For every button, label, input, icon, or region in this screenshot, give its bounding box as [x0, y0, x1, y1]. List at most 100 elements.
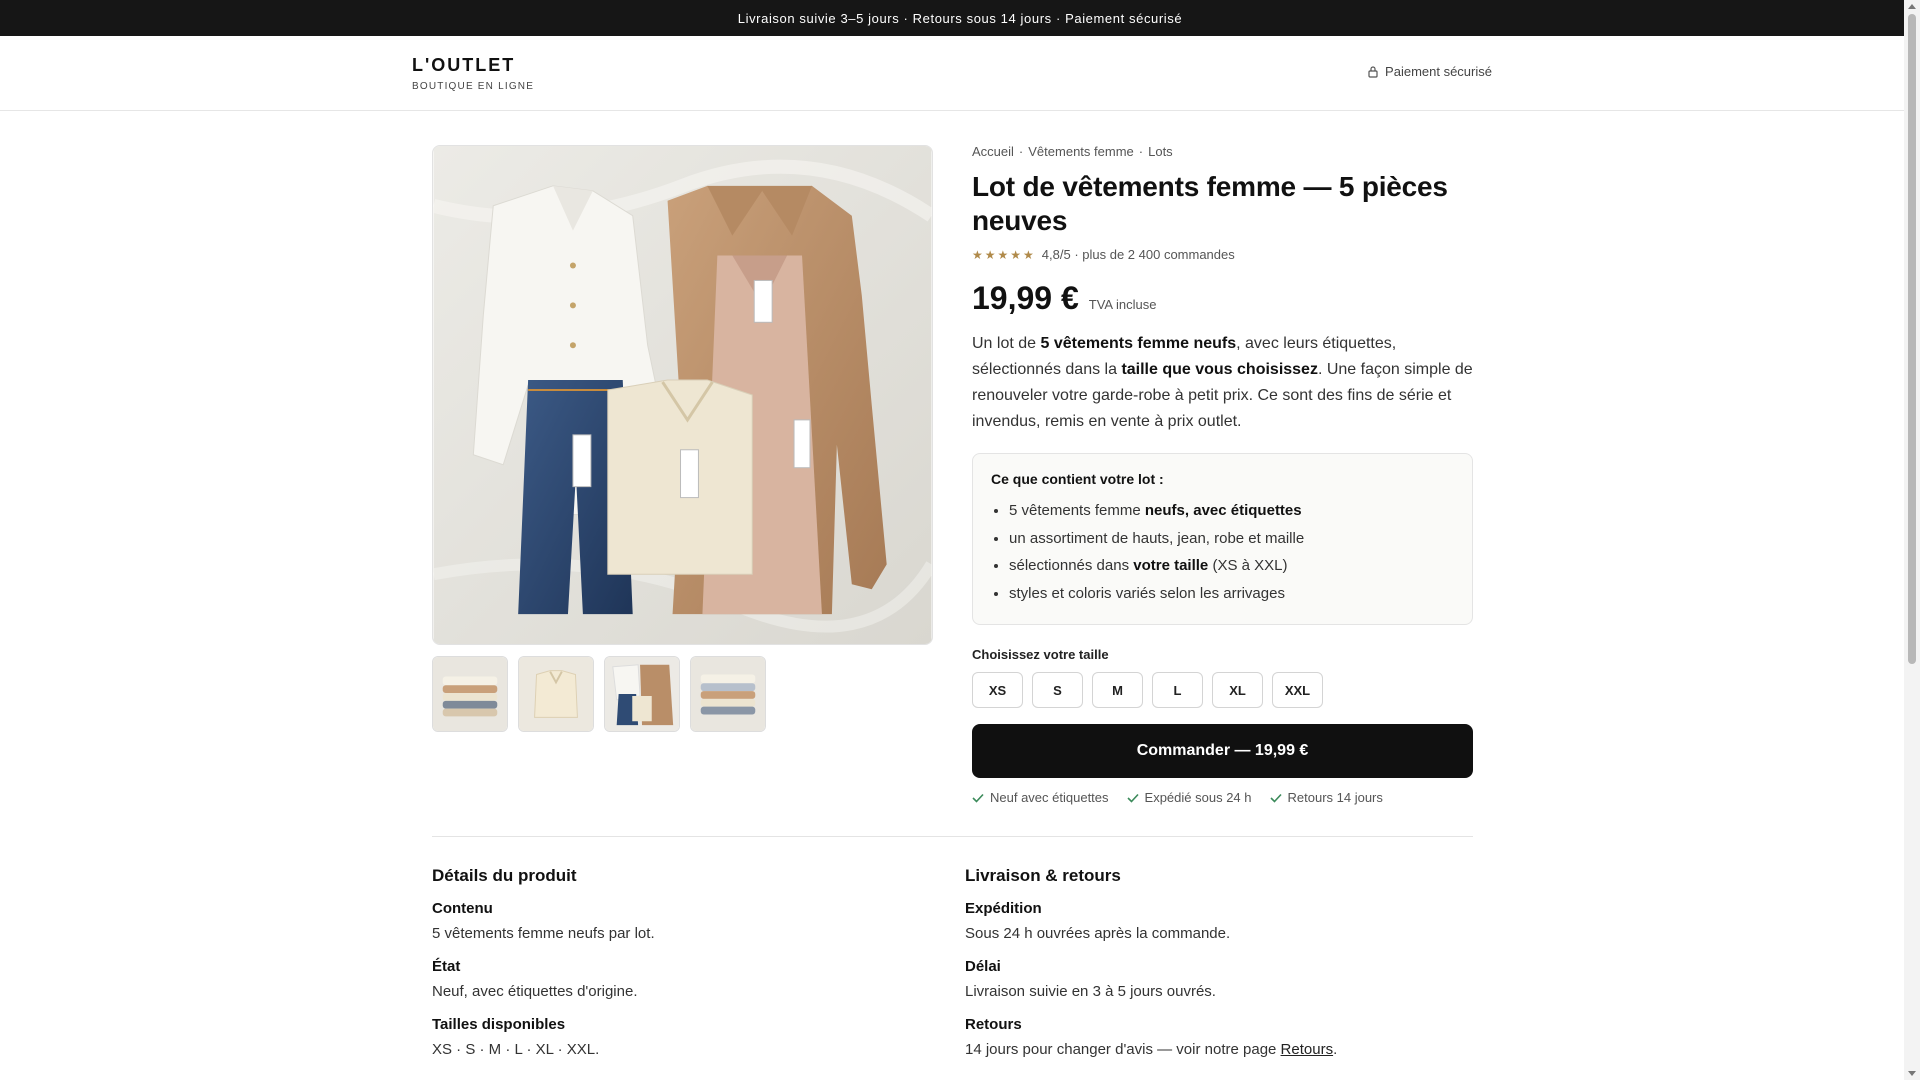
list-item: un assortiment de hauts, jean, robe et m… — [1009, 525, 1454, 553]
product-rating: ★★★★★ 4,8/5 · plus de 2 400 commandes — [972, 247, 1473, 262]
item-text: 5 vêtements femme — [1009, 502, 1145, 519]
detail-value: Sous 24 h ouvrées après la commande. — [965, 925, 1231, 942]
detail-value: XS · S · M · L · XL · XXL. — [432, 1041, 600, 1058]
breadcrumb-separator: · — [1018, 144, 1024, 159]
product-price: 19,99 € — [972, 280, 1079, 316]
product-gallery — [432, 145, 933, 732]
detail-value: 14 jours pour changer d'avis — voir notr… — [965, 1041, 1445, 1058]
thumbnail-strip — [432, 656, 933, 732]
detail-contents: Contenu 5 vêtements femme neufs par lot. — [432, 900, 912, 942]
brand-logo[interactable]: L'OUTLET BOUTIQUE EN LIGNE — [412, 55, 534, 92]
detail-label: État — [432, 958, 461, 975]
check-icon — [972, 793, 984, 803]
desc-text: Un lot de — [972, 335, 1041, 352]
returns-tail: . — [1333, 1041, 1338, 1058]
assurance-shipping: Expédié sous 24 h — [1126, 790, 1252, 805]
detail-label: Expédition — [965, 900, 1042, 917]
assurance-text: Neuf avec étiquettes — [990, 790, 1109, 805]
size-option-s[interactable]: S — [1032, 672, 1083, 708]
scroll-up-arrow-icon[interactable] — [1908, 4, 1916, 9]
size-option-xs[interactable]: XS — [972, 672, 1023, 708]
shipping-returns-section: Livraison & retours Expédition Sous 24 h… — [965, 866, 1445, 1058]
product-description: Un lot de 5 vêtements femme neufs, avec … — [972, 331, 1473, 435]
detail-value: Livraison suivie en 3 à 5 jours ouvrés. — [965, 983, 1216, 1000]
lot-contents-list: 5 vêtements femme neufs, avec étiquettes… — [991, 497, 1454, 607]
clothing-flatlay-image — [433, 146, 932, 644]
scroll-down-arrow-icon[interactable] — [1908, 1071, 1916, 1076]
check-icon — [1269, 793, 1282, 803]
detail-label: Délai — [965, 958, 1001, 975]
breadcrumb-lots[interactable]: Lots — [1148, 144, 1173, 159]
product-details-title: Détails du produit — [432, 866, 577, 885]
detail-condition: État Neuf, avec étiquettes d'origine. — [432, 958, 912, 1000]
product-main-image[interactable] — [432, 145, 933, 645]
item-bold: votre taille — [1133, 557, 1209, 574]
detail-value: 5 vêtements femme neufs par lot. — [432, 925, 655, 942]
thumbnail-3[interactable] — [604, 656, 680, 732]
item-text: sélectionnés dans — [1009, 557, 1134, 574]
item-bold: neufs, avec étiquettes — [1144, 502, 1302, 519]
thumbnail-4[interactable] — [690, 656, 766, 732]
size-selector: XS S M L XL XXL — [972, 672, 1473, 708]
assurance-text: Retours 14 jours — [1287, 790, 1383, 805]
assurance-text: Expédié sous 24 h — [1144, 790, 1252, 805]
page-scrollbar[interactable] — [1904, 0, 1920, 1080]
item-text: styles et coloris variés selon les arriv… — [1009, 584, 1285, 602]
desc-bold: taille que vous choisissez — [1121, 361, 1318, 378]
product-details-section: Détails du produit Contenu 5 vêtements f… — [432, 866, 912, 1058]
brand-name: L'OUTLET — [412, 55, 516, 75]
size-option-m[interactable]: M — [1092, 672, 1143, 708]
detail-label: Retours — [965, 1016, 1022, 1033]
product-info: Accueil · Vêtements femme · Lots Lot de … — [972, 144, 1473, 805]
lot-contents-box: Ce que contient votre lot : 5 vêtements … — [972, 453, 1473, 625]
thumbnail-2[interactable] — [518, 656, 594, 732]
lock-icon — [1368, 66, 1378, 78]
detail-value: Neuf, avec étiquettes d'origine. — [432, 983, 638, 1000]
announcement-text: Livraison suivie 3–5 jours · Retours sou… — [737, 10, 1183, 26]
flatlay-thumbnail — [605, 657, 679, 731]
shipping-returns-title: Livraison & retours — [965, 866, 1121, 885]
breadcrumb: Accueil · Vêtements femme · Lots — [972, 144, 1473, 159]
detail-sizes: Tailles disponibles XS · S · M · L · XL … — [432, 1016, 912, 1058]
breadcrumb-category[interactable]: Vêtements femme — [1028, 144, 1134, 159]
product-title: Lot de vêtements femme — 5 pièces neuves — [972, 171, 1448, 236]
section-divider — [432, 836, 1473, 837]
assurance-row: Neuf avec étiquettes Expédié sous 24 h R… — [972, 790, 1473, 805]
breadcrumb-home[interactable]: Accueil — [972, 144, 1014, 159]
sweater-thumbnail — [519, 657, 593, 731]
order-button[interactable]: Commander — 19,99 € — [972, 724, 1473, 778]
brand-tagline: BOUTIQUE EN LIGNE — [412, 81, 535, 92]
detail-shipping: Expédition Sous 24 h ouvrées après la co… — [965, 900, 1445, 942]
folded-stack-thumbnail — [433, 657, 507, 731]
size-option-l[interactable]: L — [1152, 672, 1203, 708]
price-row: 19,99 € TVA incluse — [972, 280, 1473, 317]
announcement-bar: Livraison suivie 3–5 jours · Retours sou… — [0, 0, 1920, 36]
size-option-xl[interactable]: XL — [1212, 672, 1263, 708]
check-icon — [1126, 793, 1139, 803]
secure-payment-label: Paiement sécurisé — [1385, 64, 1492, 79]
assurance-returns: Retours 14 jours — [1269, 790, 1383, 805]
list-item: sélectionnés dans votre taille (XS à XXL… — [1009, 552, 1454, 580]
list-item: styles et coloris variés selon les arriv… — [1009, 580, 1454, 608]
assurance-new: Neuf avec étiquettes — [972, 790, 1109, 805]
returns-link[interactable]: Retours — [1281, 1041, 1334, 1058]
size-selector-label: Choisissez votre taille — [972, 647, 1109, 662]
rating-text: 4,8/5 · plus de 2 400 commandes — [1041, 247, 1235, 262]
returns-text: 14 jours pour changer d'avis — voir notr… — [965, 1041, 1281, 1058]
detail-delay: Délai Livraison suivie en 3 à 5 jours ou… — [965, 958, 1445, 1000]
site-header: L'OUTLET BOUTIQUE EN LIGNE Paiement sécu… — [0, 36, 1920, 111]
rating-stars-icon: ★★★★★ — [972, 247, 1036, 262]
detail-label: Tailles disponibles — [432, 1016, 566, 1033]
item-text: un assortiment de hauts, jean, robe et m… — [1009, 529, 1305, 547]
thumbnail-1[interactable] — [432, 656, 508, 732]
secure-payment-notice: Paiement sécurisé — [1367, 64, 1492, 79]
vat-note: TVA incluse — [1088, 297, 1157, 312]
detail-label: Contenu — [432, 900, 493, 917]
breadcrumb-separator: · — [1138, 144, 1144, 159]
detail-returns: Retours 14 jours pour changer d'avis — v… — [965, 1016, 1445, 1058]
scrollbar-thumb[interactable] — [1908, 14, 1916, 664]
item-text: (XS à XXL) — [1208, 557, 1288, 574]
size-option-xxl[interactable]: XXL — [1272, 672, 1323, 708]
folded-stack-thumbnail — [691, 657, 765, 731]
desc-bold: 5 vêtements femme neufs — [1040, 335, 1237, 352]
